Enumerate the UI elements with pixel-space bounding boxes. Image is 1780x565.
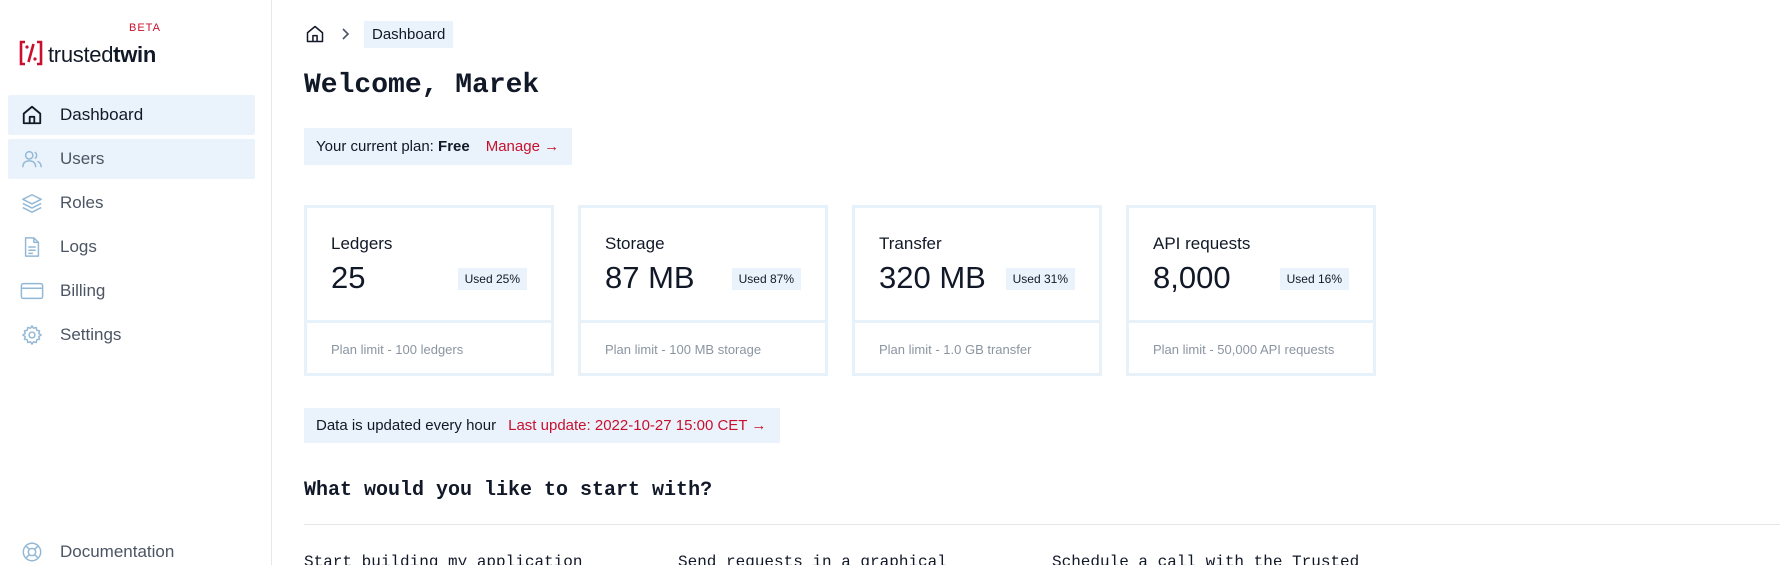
usage-badge: Used 31% [1005,268,1075,290]
card-value: 87 MB [605,260,695,295]
sidebar: BETA trustedtwin Dashboard Users Roles L… [0,0,272,565]
layers-icon [20,191,44,215]
chevron-right-icon [338,27,352,41]
credit-card-icon [20,279,44,303]
page-title: Welcome, Marek [304,70,540,101]
sidebar-item-users[interactable]: Users [8,139,255,179]
card-title: Transfer [879,234,942,253]
plan-name: Free [438,138,470,155]
plan-label: Your current plan: Free [316,138,470,155]
card-limit: Plan limit - 50,000 API requests [1153,342,1335,357]
card-limit: Plan limit - 100 ledgers [331,342,464,357]
usage-card-transfer: Transfer 320 MB Used 31% Plan limit - 1.… [852,205,1102,376]
trustedtwin-logo-icon [19,40,43,66]
lifebuoy-icon [20,540,44,564]
card-title: Storage [605,234,665,253]
card-divider [581,320,825,323]
logo[interactable]: BETA trustedtwin [18,20,178,70]
start-option-schedule-call[interactable]: Schedule a call with the Trusted [1052,553,1359,565]
breadcrumb-current[interactable]: Dashboard [364,20,454,48]
sidebar-item-settings[interactable]: Settings [8,315,255,355]
sidebar-item-label: Billing [60,281,106,300]
sidebar-item-label: Users [60,149,105,168]
sidebar-item-logs[interactable]: Logs [8,227,255,267]
card-limit: Plan limit - 100 MB storage [605,342,762,357]
sidebar-item-dashboard[interactable]: Dashboard [8,95,255,135]
card-value: 320 MB [879,260,986,295]
card-title: Ledgers [331,234,393,253]
usage-card-storage: Storage 87 MB Used 87% Plan limit - 100 … [578,205,828,376]
usage-card-api-requests: API requests 8,000 Used 16% Plan limit -… [1126,205,1376,376]
home-icon[interactable] [304,23,326,45]
sidebar-item-label: Settings [60,325,122,344]
sidebar-item-billing[interactable]: Billing [8,271,255,311]
breadcrumb: Dashboard [304,20,454,48]
manage-plan-link[interactable]: Manage → [486,138,559,155]
section-divider [304,524,1780,525]
sidebar-nav: Dashboard Users Roles Logs Billing Setti… [8,95,255,359]
card-limit: Plan limit - 1.0 GB transfer [879,342,1032,357]
card-title: API requests [1153,234,1251,253]
sidebar-item-label: Dashboard [60,105,144,124]
document-icon [20,235,44,259]
sidebar-item-label: Documentation [60,542,175,561]
sidebar-item-documentation[interactable]: Documentation [8,532,255,565]
start-option-graphical-requests[interactable]: Send requests in a graphical [678,553,947,565]
update-text: Data is updated every hour [316,417,497,434]
card-divider [1129,320,1373,323]
last-update-link[interactable]: Last update: 2022-10-27 15:00 CET → [508,417,766,434]
card-divider [307,320,551,323]
usage-badge: Used 25% [457,268,527,290]
brand-name: trustedtwin [48,42,156,67]
beta-badge: BETA [129,22,161,34]
sidebar-item-roles[interactable]: Roles [8,183,255,223]
card-value: 8,000 [1153,260,1231,295]
usage-badge: Used 16% [1279,268,1349,290]
main-content: Dashboard Welcome, Marek Your current pl… [304,0,1780,565]
sidebar-item-label: Logs [60,237,97,256]
card-divider [855,320,1099,323]
start-section-title: What would you like to start with? [304,479,713,502]
sidebar-item-label: Roles [60,193,104,212]
card-value: 25 [331,260,366,295]
usage-card-ledgers: Ledgers 25 Used 25% Plan limit - 100 led… [304,205,554,376]
start-option-build-app[interactable]: Start building my application [304,553,582,565]
usage-badge: Used 87% [731,268,801,290]
plan-banner: Your current plan: Free Manage → [304,128,572,165]
home-icon [20,103,44,127]
sidebar-bottom: Documentation [8,532,255,565]
usage-cards: Ledgers 25 Used 25% Plan limit - 100 led… [304,205,1376,376]
update-banner: Data is updated every hour Last update: … [304,408,781,443]
users-icon [20,147,44,171]
gear-icon [20,323,44,347]
